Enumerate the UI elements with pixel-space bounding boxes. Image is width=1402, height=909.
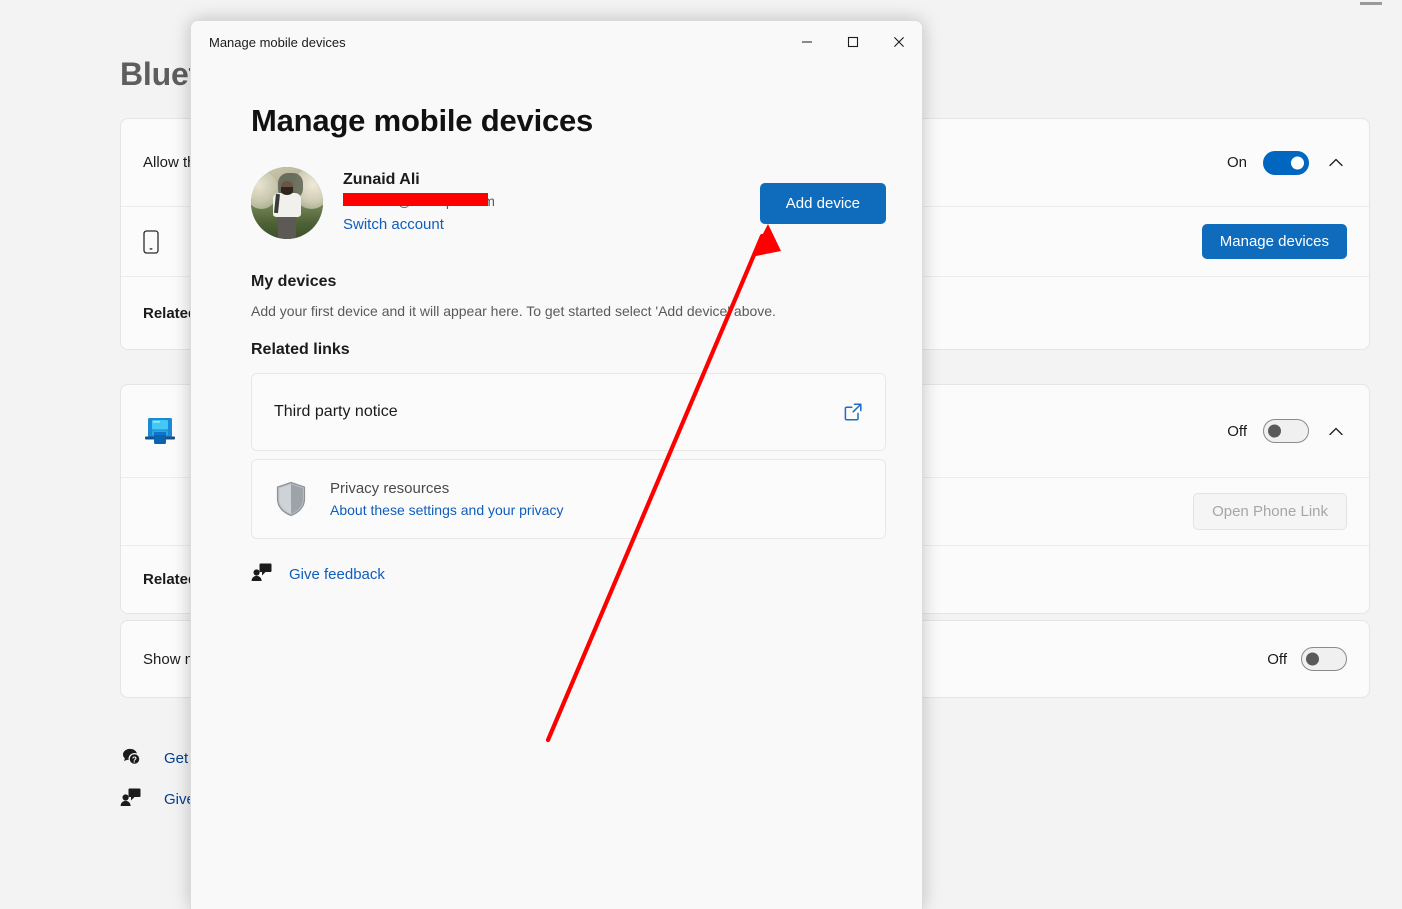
my-devices-heading: My devices	[251, 273, 337, 290]
redaction-bar	[343, 193, 488, 206]
toggle-state-text: Off	[1227, 422, 1247, 440]
dialog-titlebar: Manage mobile devices	[191, 21, 922, 63]
third-party-notice-label: Third party notice	[274, 403, 398, 420]
phone-link-icon	[143, 415, 185, 447]
dialog-heading: Manage mobile devices	[251, 103, 594, 138]
account-email-wrap: redacted@example.com	[343, 191, 495, 211]
discoverable-toggle[interactable]	[1263, 150, 1309, 175]
account-section: Zunaid Ali redacted@example.com Switch a…	[251, 167, 886, 239]
dialog-body: Manage mobile devices Zunaid Ali redacte…	[191, 103, 922, 588]
add-device-button[interactable]: Add device	[759, 182, 886, 224]
maximize-button[interactable]	[830, 21, 876, 63]
privacy-resources-text: Privacy resources About these settings a…	[330, 478, 563, 521]
manage-mobile-devices-dialog: Manage mobile devices Manage mobile devi…	[190, 20, 923, 909]
window-minimize-stub[interactable]	[1360, 2, 1382, 5]
open-phone-link-button[interactable]: Open Phone Link	[1193, 493, 1347, 530]
privacy-resources-card[interactable]: Privacy resources About these settings a…	[251, 459, 886, 539]
give-feedback-dialog-label: Give feedback	[289, 566, 385, 583]
svg-text:?: ?	[132, 755, 137, 764]
open-external-icon	[843, 402, 863, 422]
mobile-phone-icon	[143, 229, 185, 254]
chevron-up-icon[interactable]	[1325, 152, 1347, 174]
dialog-titlebar-title: Manage mobile devices	[209, 34, 346, 50]
toggle-state-text: On	[1226, 154, 1247, 171]
switch-account-link[interactable]: Switch account	[343, 213, 444, 237]
help-icon: ?	[120, 745, 142, 771]
feedback-icon	[251, 561, 273, 588]
account-text: Zunaid Ali redacted@example.com Switch a…	[343, 169, 495, 237]
user-avatar	[251, 167, 323, 239]
shield-icon	[274, 480, 314, 518]
chevron-up-icon[interactable]	[1325, 420, 1347, 442]
account-name: Zunaid Ali	[343, 171, 420, 188]
privacy-resources-title: Privacy resources	[330, 479, 450, 497]
my-devices-empty-text: Add your first device and it will appear…	[251, 303, 776, 319]
show-notifications-toggle[interactable]	[1301, 647, 1347, 671]
minimize-button[interactable]	[784, 21, 830, 63]
phone-link-toggle[interactable]	[1263, 419, 1309, 443]
third-party-notice-card[interactable]: Third party notice	[251, 373, 886, 451]
manage-devices-button[interactable]: Manage devices	[1201, 224, 1347, 259]
toggle-state-text: Off	[1267, 650, 1287, 668]
feedback-icon	[120, 786, 142, 812]
privacy-resources-sublink[interactable]: About these settings and your privacy	[330, 500, 563, 521]
window-controls	[784, 21, 922, 63]
close-button[interactable]	[876, 21, 922, 63]
related-links-heading: Related links	[251, 341, 350, 358]
give-feedback-link-dialog[interactable]: Give feedback	[251, 561, 385, 588]
